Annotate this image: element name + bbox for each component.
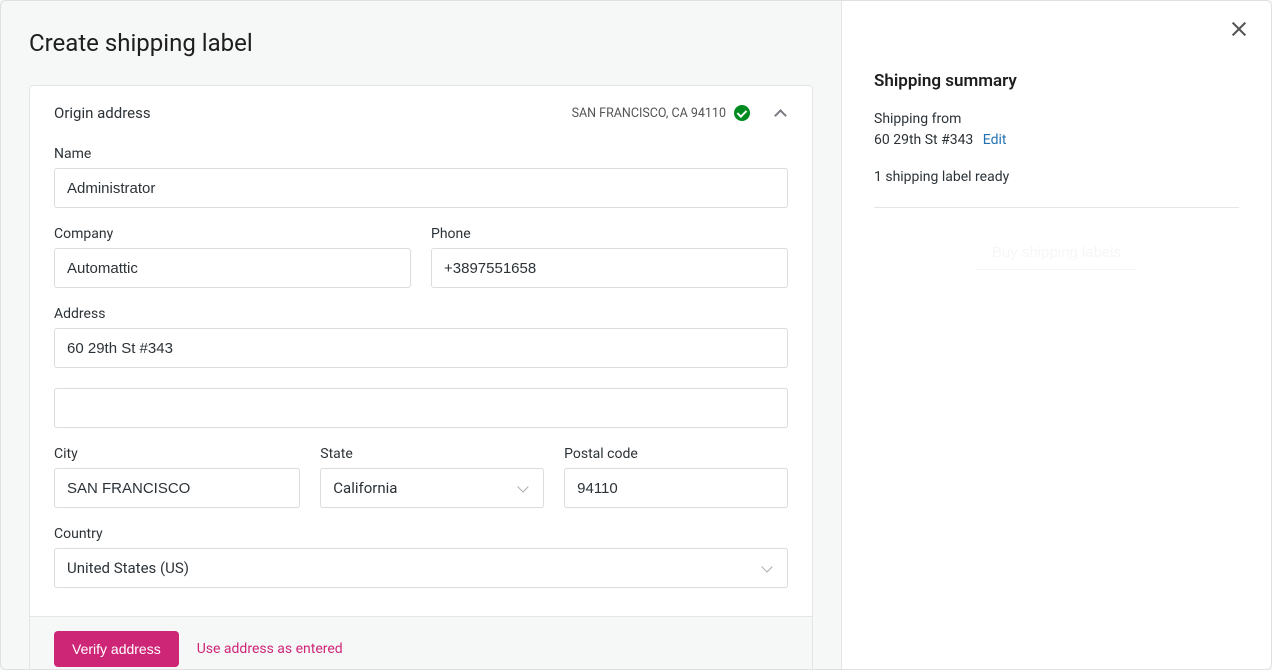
state-label: State [320, 446, 544, 462]
postal-label: Postal code [564, 446, 788, 462]
name-label: Name [54, 146, 788, 162]
use-address-as-entered-link[interactable]: Use address as entered [197, 641, 343, 657]
country-select[interactable]: United States (US) [54, 548, 788, 588]
origin-section-title: Origin address [54, 104, 560, 122]
origin-badge-text: SAN FRANCISCO, CA 94110 [572, 106, 726, 121]
city-input[interactable] [54, 468, 300, 508]
company-label: Company [54, 226, 411, 242]
state-select[interactable]: California [320, 468, 544, 508]
edit-origin-link[interactable]: Edit [983, 132, 1007, 148]
phone-input[interactable] [431, 248, 788, 288]
summary-sidebar: Shipping summary Shipping from 60 29th S… [841, 1, 1271, 669]
chevron-down-icon [517, 481, 531, 495]
address-input[interactable] [54, 328, 788, 368]
city-label: City [54, 446, 300, 462]
close-icon[interactable] [1229, 19, 1249, 39]
state-field: State California [320, 446, 544, 508]
address2-input[interactable] [54, 388, 788, 428]
name-field: Name [54, 146, 788, 208]
chevron-up-icon[interactable] [774, 106, 788, 120]
company-field: Company [54, 226, 411, 288]
phone-label: Phone [431, 226, 788, 242]
page-title: Create shipping label [29, 29, 813, 57]
main-panel: Create shipping label Origin address SAN… [1, 1, 841, 669]
origin-card-body: Name Company Phone Ad [30, 140, 812, 616]
origin-card-header[interactable]: Origin address SAN FRANCISCO, CA 94110 [30, 86, 812, 140]
origin-address-card: Origin address SAN FRANCISCO, CA 94110 N… [29, 85, 813, 669]
city-field: City [54, 446, 300, 508]
address-label: Address [54, 306, 788, 322]
chevron-down-icon [761, 561, 775, 575]
name-input[interactable] [54, 168, 788, 208]
country-label: Country [54, 526, 788, 542]
origin-card-footer: Verify address Use address as entered [30, 616, 812, 669]
company-input[interactable] [54, 248, 411, 288]
state-value: California [333, 479, 397, 497]
summary-ready-text: 1 shipping label ready [874, 169, 1239, 185]
origin-header-meta: SAN FRANCISCO, CA 94110 [572, 105, 788, 121]
phone-field: Phone [431, 226, 788, 288]
summary-from: Shipping from 60 29th St #343 Edit [874, 109, 1239, 151]
summary-from-label: Shipping from [874, 109, 1239, 130]
country-field: Country United States (US) [54, 526, 788, 588]
country-value: United States (US) [67, 559, 189, 577]
shipping-label-modal: Create shipping label Origin address SAN… [0, 0, 1272, 670]
check-icon [734, 105, 750, 121]
postal-input[interactable] [564, 468, 788, 508]
summary-title: Shipping summary [874, 71, 1239, 91]
verify-address-button[interactable]: Verify address [54, 631, 179, 667]
summary-divider [874, 207, 1239, 208]
address-field: Address [54, 306, 788, 428]
summary-from-address: 60 29th St #343 [874, 132, 973, 148]
postal-field: Postal code [564, 446, 788, 508]
buy-shipping-labels-button[interactable]: Buy shipping labels [976, 236, 1137, 270]
